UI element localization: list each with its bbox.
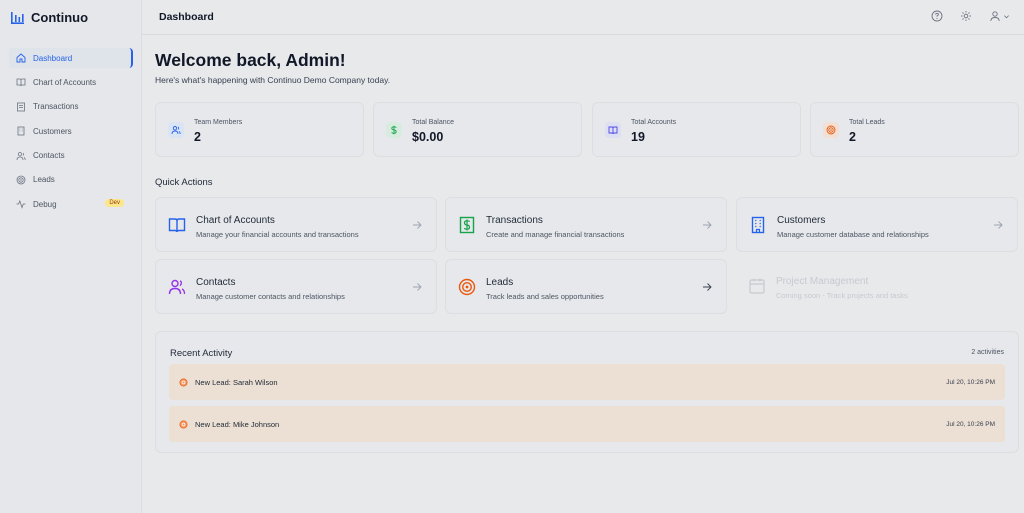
target-icon <box>16 175 26 185</box>
sidebar-item-label: Chart of Accounts <box>33 77 97 87</box>
activity-text: New Lead: Mike Johnson <box>195 420 280 429</box>
stat-card-total-balance: Total Balance $0.00 <box>373 102 582 157</box>
quick-action-title: Project Management <box>776 276 869 287</box>
activity-count: 2 activities <box>971 349 1004 356</box>
quick-action-leads[interactable]: Leads Track leads and sales opportunitie… <box>445 259 727 314</box>
calendar-icon <box>749 278 765 294</box>
stat-icon-wrapper <box>605 122 621 138</box>
activity-time: Jul 20, 10:26 PM <box>946 379 995 386</box>
user-menu[interactable] <box>989 10 1010 22</box>
quick-action-desc: Coming soon - Track projects and tasks <box>776 291 908 300</box>
sidebar-item-label: Customers <box>33 126 72 136</box>
quick-action-desc: Create and manage financial transactions <box>486 230 625 239</box>
sidebar-nav: Dashboard Chart of Accounts Transactions… <box>9 48 133 219</box>
users-icon <box>171 126 181 135</box>
sidebar-item-customers[interactable]: Customers <box>9 121 133 141</box>
stat-label: Total Balance <box>412 119 455 126</box>
quick-action-desc: Track leads and sales opportunities <box>486 292 604 301</box>
quick-actions-title: Quick Actions <box>155 177 213 188</box>
sidebar-item-chart-of-accounts[interactable]: Chart of Accounts <box>9 72 133 92</box>
brand[interactable]: Continuo <box>10 10 88 25</box>
stat-card-total-accounts: Total Accounts 19 <box>592 102 801 157</box>
stat-value: 19 <box>631 130 645 144</box>
dev-badge: Dev <box>105 199 124 208</box>
stat-value: 2 <box>194 130 201 144</box>
activity-time: Jul 20, 10:26 PM <box>946 421 995 428</box>
quick-action-desc: Manage customer database and relationshi… <box>777 230 929 239</box>
sidebar-item-label: Transactions <box>33 102 79 112</box>
stat-label: Total Accounts <box>631 119 677 126</box>
activity-text: New Lead: Sarah Wilson <box>195 378 278 387</box>
target-icon <box>179 378 188 387</box>
quick-action-title: Chart of Accounts <box>196 215 275 226</box>
quick-action-transactions[interactable]: Transactions Create and manage financial… <box>445 197 727 252</box>
help-icon[interactable] <box>931 10 943 22</box>
bar-chart-icon <box>11 11 24 24</box>
top-bar-actions <box>931 10 1010 22</box>
stat-card-total-leads: Total Leads 2 <box>810 102 1019 157</box>
quick-action-chart-of-accounts[interactable]: Chart of Accounts Manage your financial … <box>155 197 437 252</box>
building-icon <box>751 216 765 234</box>
welcome-title: Welcome back, Admin! <box>155 50 346 70</box>
arrow-right-icon <box>703 283 712 291</box>
activity-icon <box>16 200 26 210</box>
target-icon <box>179 420 188 429</box>
target-icon <box>458 278 476 296</box>
sidebar-item-debug[interactable]: Debug Dev <box>9 194 133 214</box>
welcome-subtitle: Here's what's happening with Continuo De… <box>155 75 391 85</box>
stat-icon-wrapper <box>823 122 839 138</box>
quick-action-customers[interactable]: Customers Manage customer database and r… <box>736 197 1018 252</box>
quick-action-title: Contacts <box>196 277 236 288</box>
home-icon <box>16 53 26 63</box>
sidebar: Continuo Dashboard Chart of Accounts Tra… <box>0 0 142 513</box>
quick-action-title: Leads <box>486 277 514 288</box>
book-icon <box>608 126 618 135</box>
sidebar-item-leads[interactable]: Leads <box>9 170 133 190</box>
building-icon <box>17 126 25 136</box>
arrow-right-icon <box>413 283 422 291</box>
brand-name: Continuo <box>31 10 89 25</box>
users-icon <box>168 279 186 295</box>
receipt-icon <box>17 102 25 112</box>
settings-icon[interactable] <box>960 10 972 22</box>
stat-value: $0.00 <box>412 130 444 144</box>
arrow-right-icon <box>703 221 712 229</box>
stat-value: 2 <box>849 130 856 144</box>
dollar-icon <box>391 125 397 135</box>
user-icon <box>990 11 1000 22</box>
quick-action-title: Transactions <box>486 215 543 226</box>
dollar-receipt-icon <box>459 216 475 234</box>
activity-item[interactable]: New Lead: Mike Johnson Jul 20, 10:26 PM <box>169 406 1005 442</box>
top-bar: Dashboard <box>142 0 1024 35</box>
recent-activity-title: Recent Activity <box>170 348 233 359</box>
sidebar-item-dashboard[interactable]: Dashboard <box>9 48 133 68</box>
book-icon <box>16 78 26 87</box>
sidebar-item-label: Dashboard <box>33 53 73 63</box>
users-icon <box>16 151 26 160</box>
activity-item[interactable]: New Lead: Sarah Wilson Jul 20, 10:26 PM <box>169 364 1005 400</box>
quick-action-project-management: Project Management Coming soon - Track p… <box>736 259 1018 314</box>
recent-activity-panel: Recent Activity 2 activities New Lead: S… <box>155 331 1019 453</box>
sidebar-item-label: Debug <box>33 199 57 209</box>
arrow-right-icon <box>413 221 422 229</box>
stat-label: Total Leads <box>849 119 885 126</box>
sidebar-item-label: Contacts <box>33 151 65 161</box>
quick-action-title: Customers <box>777 215 826 226</box>
sidebar-item-contacts[interactable]: Contacts <box>9 146 133 166</box>
quick-action-contacts[interactable]: Contacts Manage customer contacts and re… <box>155 259 437 314</box>
sidebar-item-transactions[interactable]: Transactions <box>9 97 133 117</box>
stat-icon-wrapper <box>168 122 184 138</box>
sidebar-item-label: Leads <box>33 175 55 185</box>
page-title: Dashboard <box>159 11 214 23</box>
quick-action-desc: Manage customer contacts and relationshi… <box>196 292 345 301</box>
stat-icon-wrapper <box>386 122 402 138</box>
quick-action-desc: Manage your financial accounts and trans… <box>196 230 359 239</box>
book-icon <box>168 218 186 233</box>
stat-label: Team Members <box>194 119 243 126</box>
chevron-down-icon <box>1004 14 1009 18</box>
arrow-right-icon <box>994 221 1003 229</box>
stat-card-team-members: Team Members 2 <box>155 102 364 157</box>
target-icon <box>826 125 836 135</box>
